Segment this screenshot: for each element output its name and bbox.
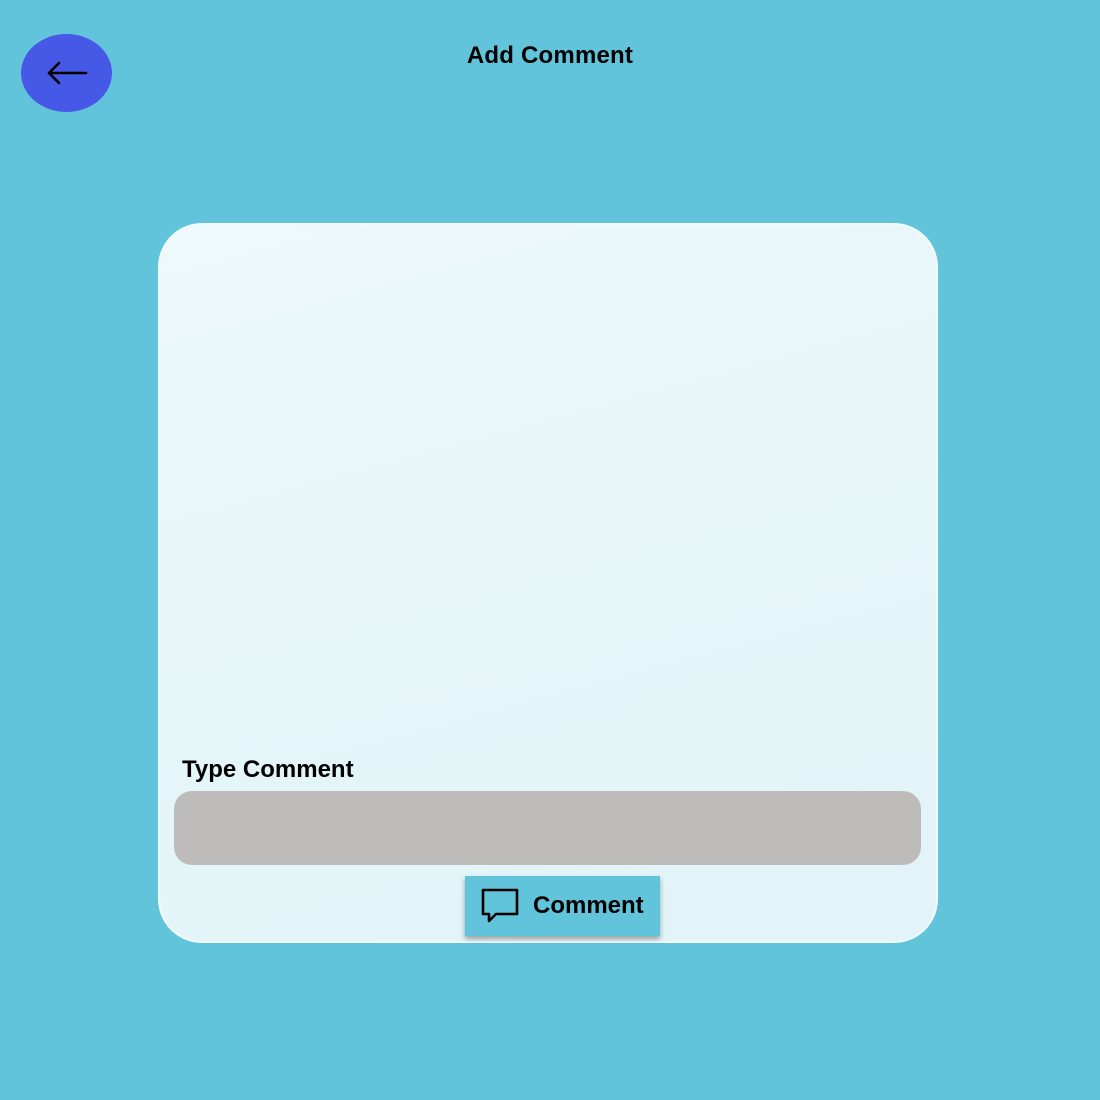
speech-bubble-icon [480,886,520,926]
type-comment-label: Type Comment [182,756,354,783]
comment-submit-label: Comment [533,892,644,919]
comment-input[interactable] [174,791,921,865]
page-title: Add Comment [466,42,634,69]
comment-submit-button[interactable]: Comment [465,876,660,936]
